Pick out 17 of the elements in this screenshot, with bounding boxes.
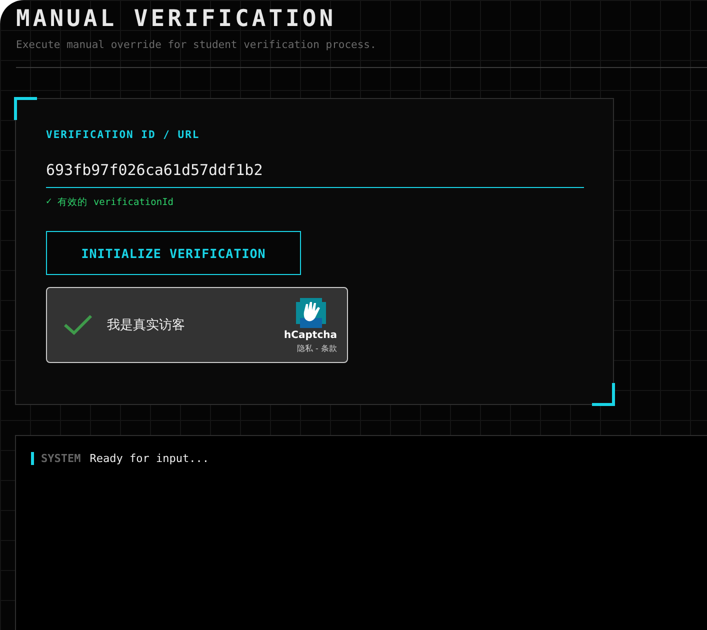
captcha-links[interactable]: 隐私 - 条款 bbox=[297, 343, 337, 354]
corner-bracket bbox=[592, 383, 615, 406]
status-icon: ✓ bbox=[46, 196, 52, 209]
hand-logo-icon bbox=[294, 296, 328, 330]
captcha-label: 我是真实访客 bbox=[107, 317, 186, 334]
log-source: SYSTEM bbox=[41, 452, 81, 465]
corner-bracket bbox=[14, 97, 37, 120]
field-label: VERIFICATION ID / URL bbox=[46, 129, 201, 141]
captcha-brand: hCaptcha bbox=[284, 330, 337, 341]
page-subtitle: Execute manual override for student verification process. bbox=[16, 39, 378, 51]
initialize-button[interactable]: INITIALIZE VERIFICATION bbox=[46, 231, 301, 275]
captcha-checkbox[interactable] bbox=[63, 314, 95, 336]
page-title: MANUAL VERIFICATION bbox=[16, 6, 338, 32]
check-icon bbox=[63, 314, 93, 336]
id-input-field[interactable]: 693fb97f026ca61d57ddf1b2 bbox=[46, 155, 584, 188]
validation-message: 有效的 verificationId bbox=[58, 196, 174, 209]
log-message: Ready for input... bbox=[90, 452, 209, 465]
